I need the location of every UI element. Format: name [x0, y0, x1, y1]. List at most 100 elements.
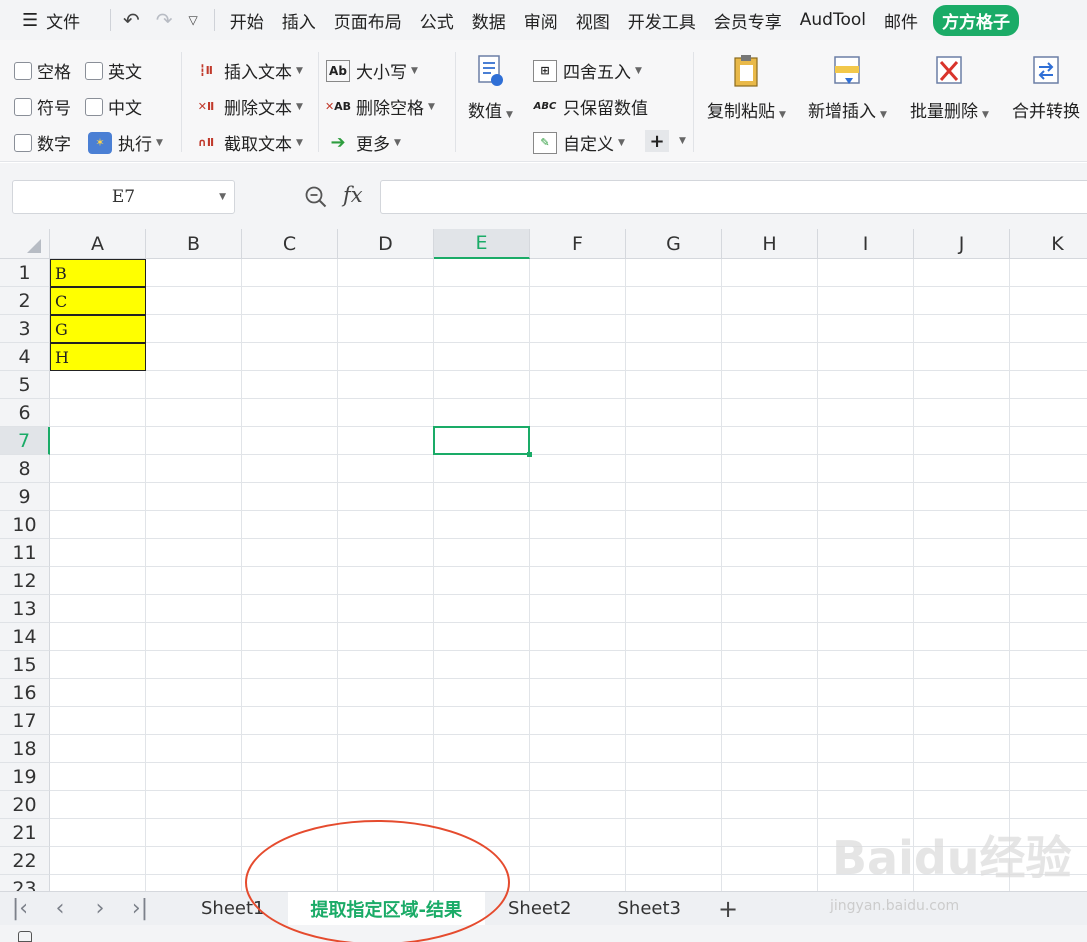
row-header-1[interactable]: 1 — [0, 259, 50, 287]
prev-sheet-icon[interactable]: ‹ — [40, 896, 80, 921]
add-function-button[interactable]: + ▼ — [645, 130, 686, 152]
spreadsheet-grid[interactable]: A B C D E F G H I J K 1 2 3 4 5 6 7 8 9 10 11 12 13 14 15 16 17 18 19… — [0, 229, 1087, 891]
row-header-7[interactable]: 7 — [0, 427, 50, 455]
row-header-20[interactable]: 20 — [0, 791, 50, 819]
column-header-h[interactable]: H — [722, 229, 818, 259]
tab-fangfang-gezi[interactable]: 方方格子 — [932, 4, 1019, 36]
cell-a3[interactable]: G — [50, 315, 146, 343]
select-all-corner[interactable] — [0, 229, 50, 259]
numeric-button[interactable]: 数值 ▼ — [468, 54, 513, 122]
fill-handle[interactable] — [527, 452, 532, 457]
sheet-tab-sheet2[interactable]: Sheet2 — [485, 892, 595, 925]
row-header-2[interactable]: 2 — [0, 287, 50, 315]
column-header-c[interactable]: C — [242, 229, 338, 259]
name-box[interactable]: E7 ▼ — [12, 180, 235, 214]
column-header-j[interactable]: J — [914, 229, 1010, 259]
row-header-11[interactable]: 11 — [0, 539, 50, 567]
tab-view[interactable]: 视图 — [567, 8, 619, 33]
formula-input[interactable] — [380, 180, 1087, 214]
cell-a4[interactable]: H — [50, 343, 146, 371]
chevron-down-icon[interactable]: ▼ — [219, 192, 226, 202]
sheet-tab-sheet1[interactable]: Sheet1 — [178, 892, 288, 925]
custom-button[interactable]: ✎ 自定义 ▼ — [533, 130, 625, 155]
tab-insert[interactable]: 插入 — [273, 8, 325, 33]
batch-delete-button[interactable]: 批量删除 ▼ — [910, 54, 989, 122]
row-header-21[interactable]: 21 — [0, 819, 50, 847]
active-cell-selection[interactable] — [433, 426, 530, 455]
cell-a1[interactable]: B — [50, 259, 146, 287]
keep-number-button[interactable]: ABC 只保留数值 — [533, 94, 648, 119]
column-header-a[interactable]: A — [50, 229, 146, 259]
checkbox-chinese[interactable]: 中文 — [85, 94, 142, 119]
sheet-tab-extract-result[interactable]: 提取指定区域-结果 — [287, 892, 485, 925]
row-header-16[interactable]: 16 — [0, 679, 50, 707]
row-header-6[interactable]: 6 — [0, 399, 50, 427]
row-header-3[interactable]: 3 — [0, 315, 50, 343]
execute-button[interactable]: ✶ 执行 ▼ — [88, 130, 163, 155]
checkbox-space[interactable]: 空格 — [14, 58, 71, 83]
column-header-k[interactable]: K — [1010, 229, 1087, 259]
file-menu[interactable]: ☰ 文件 — [0, 8, 104, 33]
row-header-15[interactable]: 15 — [0, 651, 50, 679]
tab-developer[interactable]: 开发工具 — [619, 8, 705, 33]
checkbox-english[interactable]: 英文 — [85, 58, 142, 83]
row-header-10[interactable]: 10 — [0, 511, 50, 539]
extract-text-button[interactable]: ∩Ⅱ 截取文本 ▼ — [194, 130, 303, 155]
first-sheet-icon[interactable]: |‹ — [0, 896, 40, 921]
sheet-tab-sheet3[interactable]: Sheet3 — [594, 892, 704, 925]
column-header-d[interactable]: D — [338, 229, 434, 259]
tab-review[interactable]: 审阅 — [515, 8, 567, 33]
row-header-12[interactable]: 12 — [0, 567, 50, 595]
row-header-9[interactable]: 9 — [0, 483, 50, 511]
row-header-18[interactable]: 18 — [0, 735, 50, 763]
row-gridline — [50, 678, 1087, 679]
row-header-8[interactable]: 8 — [0, 455, 50, 483]
copy-paste-button[interactable]: 复制粘贴 ▼ — [707, 54, 786, 122]
column-header-e[interactable]: E — [434, 229, 530, 259]
row-header-23[interactable]: 23 — [0, 875, 50, 891]
delete-text-button[interactable]: ✕Ⅱ 删除文本 ▼ — [194, 94, 303, 119]
row-header-14[interactable]: 14 — [0, 623, 50, 651]
zoom-search-icon[interactable] — [304, 185, 328, 209]
checkbox-box[interactable] — [14, 61, 32, 80]
checkbox-box[interactable] — [85, 61, 103, 80]
checkbox-symbol[interactable]: 符号 — [14, 94, 71, 119]
row-header-4[interactable]: 4 — [0, 343, 50, 371]
cell-a2[interactable]: C — [50, 287, 146, 315]
macro-record-icon[interactable] — [18, 931, 32, 942]
column-header-g[interactable]: G — [626, 229, 722, 259]
add-sheet-button[interactable]: + — [704, 895, 752, 923]
new-insert-button[interactable]: 新增插入 ▼ — [808, 54, 887, 122]
fx-icon[interactable]: fx — [343, 183, 363, 207]
checkbox-box[interactable] — [14, 133, 32, 152]
undo-icon[interactable]: ↶ — [123, 8, 140, 32]
case-button[interactable]: Ab 大小写 ▼ — [326, 58, 418, 83]
customize-quick-access-icon[interactable]: ▽ — [189, 13, 198, 27]
row-header-17[interactable]: 17 — [0, 707, 50, 735]
tab-formulas[interactable]: 公式 — [411, 8, 463, 33]
insert-text-button[interactable]: ┇Ⅱ 插入文本 ▼ — [194, 58, 303, 83]
tab-home[interactable]: 开始 — [221, 8, 273, 33]
merge-convert-button[interactable]: 合并转换 — [1012, 54, 1080, 122]
tab-page-layout[interactable]: 页面布局 — [325, 8, 411, 33]
row-header-5[interactable]: 5 — [0, 371, 50, 399]
round-button[interactable]: ⊞ 四舍五入 ▼ — [533, 58, 642, 83]
more-button[interactable]: ➔ 更多 ▼ — [326, 130, 400, 155]
column-header-f[interactable]: F — [530, 229, 626, 259]
redo-icon[interactable]: ↷ — [156, 8, 173, 32]
tab-mail[interactable]: 邮件 — [875, 8, 927, 33]
row-header-22[interactable]: 22 — [0, 847, 50, 875]
column-header-i[interactable]: I — [818, 229, 914, 259]
delete-space-button[interactable]: ✕ AB 删除空格 ▼ — [325, 94, 435, 119]
row-header-13[interactable]: 13 — [0, 595, 50, 623]
column-header-b[interactable]: B — [146, 229, 242, 259]
tab-audtool[interactable]: AudTool — [791, 10, 875, 30]
checkbox-number[interactable]: 数字 — [14, 130, 71, 155]
tab-member[interactable]: 会员专享 — [705, 8, 791, 33]
checkbox-box[interactable] — [14, 97, 32, 116]
last-sheet-icon[interactable]: ›| — [120, 896, 160, 921]
next-sheet-icon[interactable]: › — [80, 896, 120, 921]
tab-data[interactable]: 数据 — [463, 8, 515, 33]
row-header-19[interactable]: 19 — [0, 763, 50, 791]
checkbox-box[interactable] — [85, 97, 103, 116]
